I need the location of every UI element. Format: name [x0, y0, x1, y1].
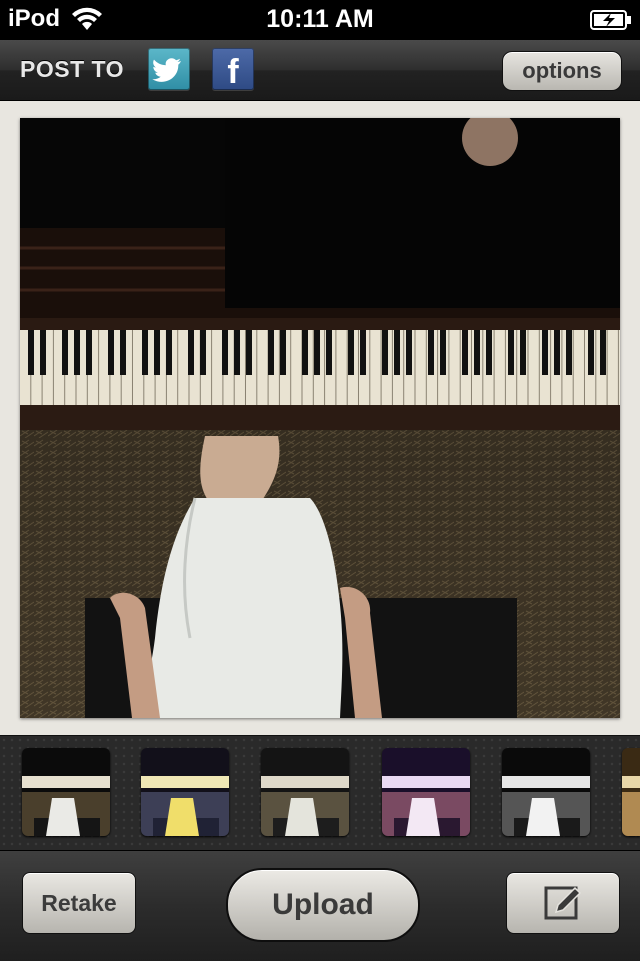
- retake-button[interactable]: Retake: [22, 872, 136, 934]
- filter-thumb-black-white[interactable]: [502, 748, 590, 836]
- compose-edit-icon: [544, 886, 582, 920]
- twitter-bird-icon: [152, 58, 181, 82]
- filter-thumb-purple-cross[interactable]: [382, 748, 470, 836]
- photo-image: [20, 118, 620, 718]
- filter-thumb-warm-yellow[interactable]: [141, 748, 229, 836]
- filter-preview: [261, 748, 349, 836]
- filter-preview: [141, 748, 229, 836]
- filter-thumb-sepia[interactable]: [622, 748, 640, 836]
- battery-charging-icon: [590, 10, 631, 30]
- filter-preview: [22, 748, 110, 836]
- filter-thumb-normal[interactable]: [22, 748, 110, 836]
- status-bar: iPod 10:11 AM: [0, 0, 640, 40]
- filter-preview: [382, 748, 470, 836]
- filter-preview: [622, 748, 640, 836]
- clock: 10:11 AM: [266, 5, 374, 33]
- post-to-label: POST TO: [20, 56, 125, 82]
- filter-preview: [502, 748, 590, 836]
- upload-button[interactable]: Upload: [226, 868, 420, 942]
- edit-button[interactable]: [506, 872, 620, 934]
- options-button[interactable]: options: [502, 51, 622, 91]
- filter-thumb-faded[interactable]: [261, 748, 349, 836]
- facebook-share-button[interactable]: f: [212, 48, 254, 90]
- twitter-share-button[interactable]: [148, 48, 190, 90]
- photo-preview[interactable]: [20, 118, 620, 718]
- facebook-f-icon: f: [227, 53, 239, 90]
